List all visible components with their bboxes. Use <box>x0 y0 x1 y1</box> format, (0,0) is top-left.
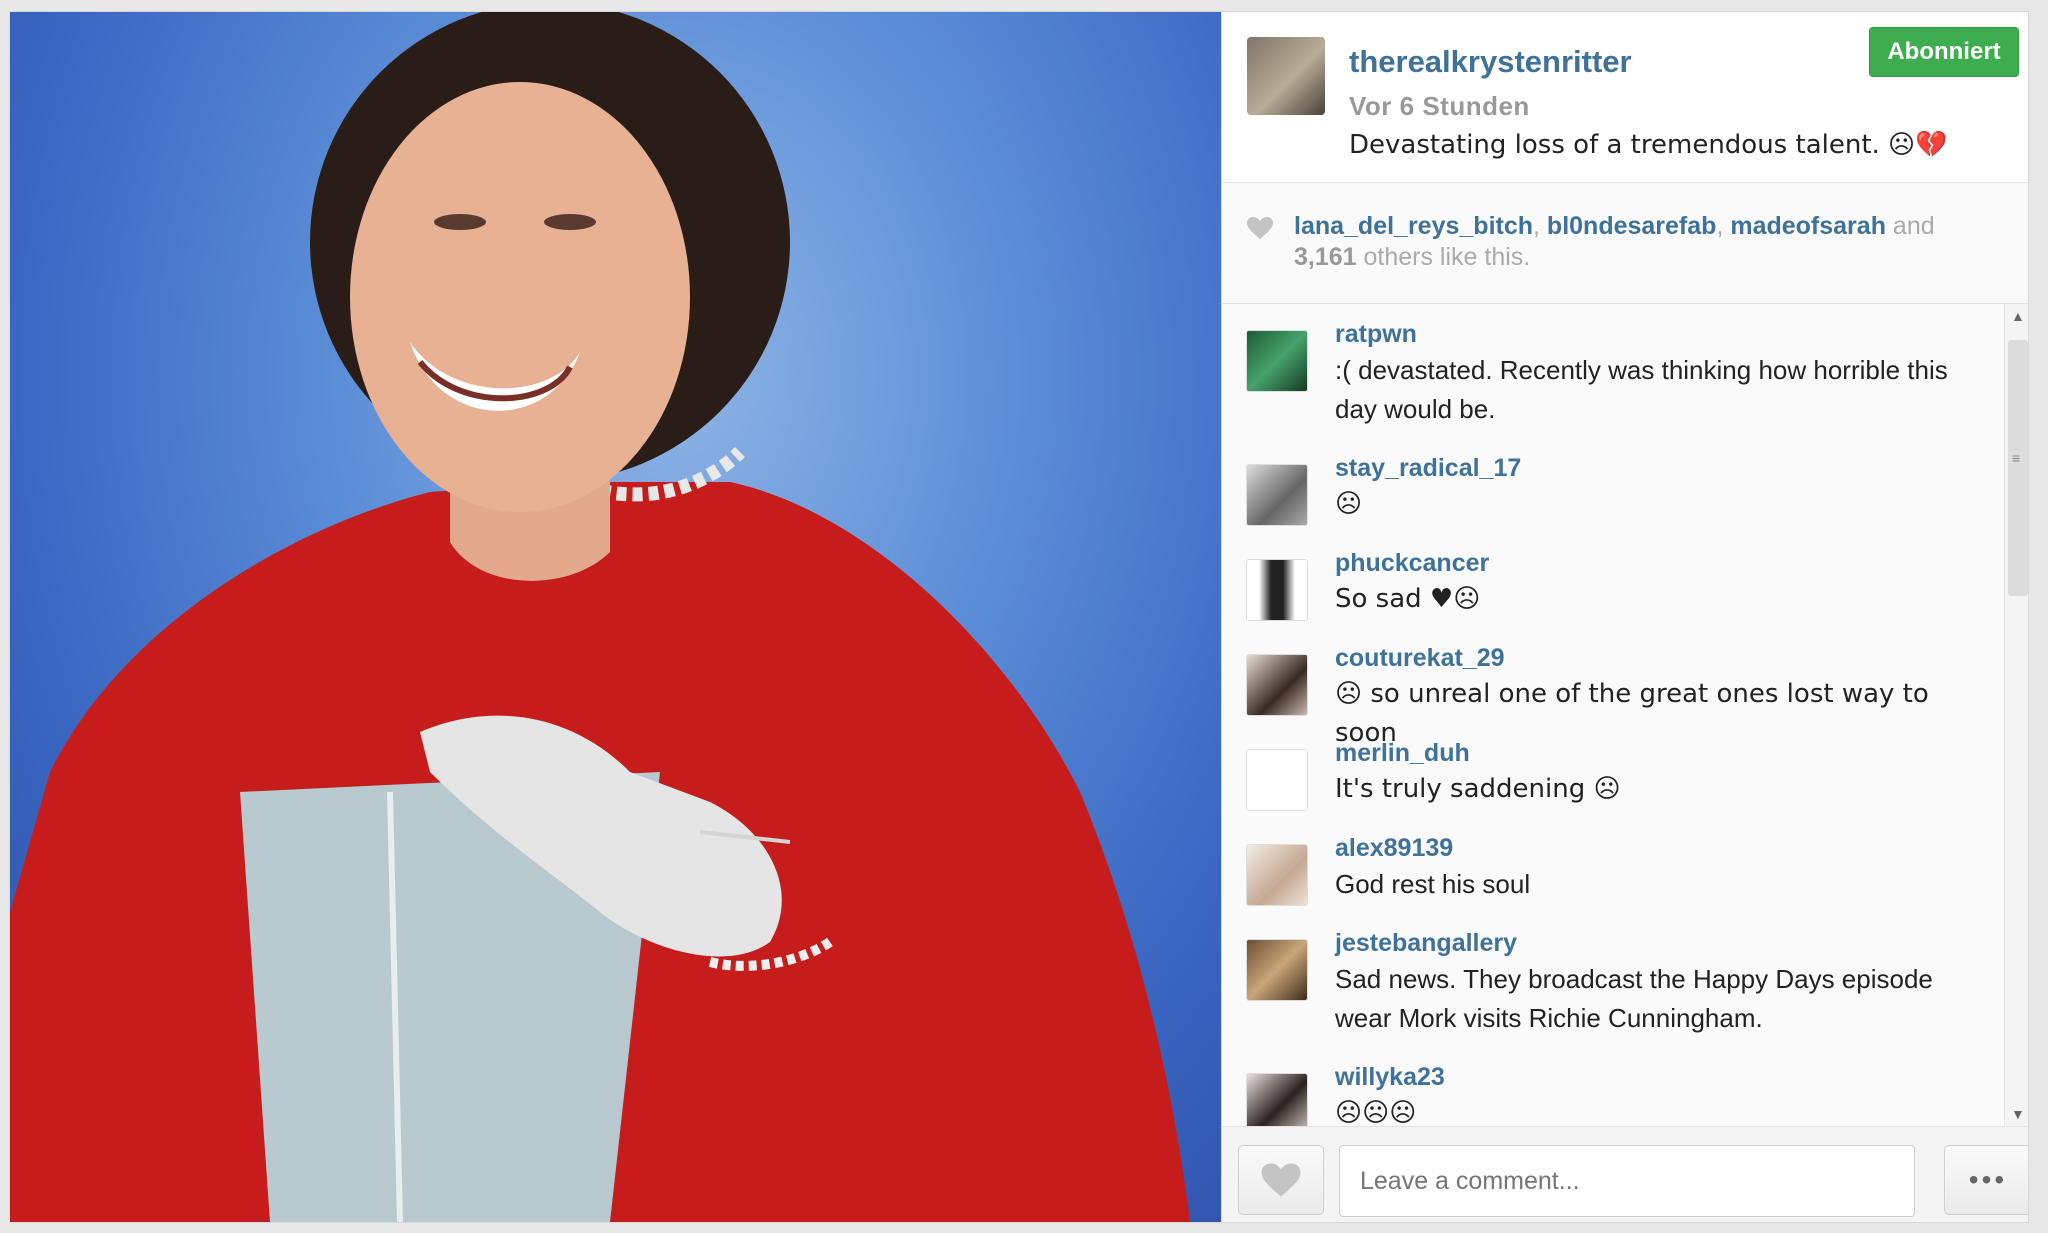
likes-suffix: others like this. <box>1356 243 1531 271</box>
likes-summary: lana_del_reys_bitch, bl0ndesarefab, made… <box>1294 211 2004 273</box>
comment-username[interactable]: merlin_duh <box>1335 739 1470 768</box>
like-button[interactable] <box>1238 1145 1324 1215</box>
comment-username[interactable]: jestebangallery <box>1335 929 1517 958</box>
scroll-up-icon[interactable]: ▲ <box>2011 308 2025 324</box>
comment-input[interactable] <box>1339 1145 1915 1217</box>
comment-scrollbar[interactable]: ▲ ≡ ▼ <box>2004 304 2028 1126</box>
commenter-avatar[interactable] <box>1246 654 1308 716</box>
post-caption: Devastating loss of a tremendous talent.… <box>1349 130 1948 160</box>
comment-username[interactable]: couturekat_29 <box>1335 644 1505 673</box>
follow-button[interactable]: Abonniert <box>1869 27 2019 77</box>
post-timestamp[interactable]: Vor 6 Stunden <box>1349 91 1530 122</box>
comment-text: ☹☹☹ <box>1335 1098 1417 1126</box>
comment-text: God rest his soul <box>1335 869 1531 899</box>
comment-text: Sad news. They broadcast the Happy Days … <box>1335 964 1933 1033</box>
likes-separator: , <box>1716 212 1731 240</box>
likes-bar: lana_del_reys_bitch, bl0ndesarefab, made… <box>1222 183 2028 304</box>
more-options-button[interactable]: ••• <box>1944 1145 2028 1215</box>
heart-icon <box>1247 217 1273 239</box>
comment-text: So sad ♥☹ <box>1335 584 1481 614</box>
comment-text: It's truly saddening ☹ <box>1335 774 1621 804</box>
commenter-avatar[interactable] <box>1246 330 1308 392</box>
post-photo[interactable] <box>10 12 1221 1222</box>
comment-footer: ••• <box>1222 1126 2028 1222</box>
comment-username[interactable]: alex89139 <box>1335 834 1453 863</box>
commenter-avatar[interactable] <box>1246 464 1308 526</box>
comment-text: :( devastated. Recently was thinking how… <box>1335 355 1948 424</box>
heart-icon <box>1261 1163 1301 1197</box>
commenter-avatar[interactable] <box>1246 939 1308 1001</box>
owner-username[interactable]: therealkrystenritter <box>1349 44 1632 80</box>
liker-link[interactable]: bl0ndesarefab <box>1547 212 1717 240</box>
grip-icon: ≡ <box>2012 450 2021 466</box>
liker-link[interactable]: madeofsarah <box>1730 212 1886 240</box>
comment-username[interactable]: phuckcancer <box>1335 549 1489 578</box>
photo-illustration <box>10 12 1190 1222</box>
post-sidebar: therealkrystenritter Vor 6 Stunden Devas… <box>1221 12 2028 1222</box>
comment-list: ratpwn :( devastated. Recently was think… <box>1222 304 2002 1126</box>
comment-text: ☹ <box>1335 489 1363 519</box>
comment-username[interactable]: willyka23 <box>1335 1063 1445 1092</box>
liker-link[interactable]: lana_del_reys_bitch <box>1294 212 1533 240</box>
commenter-avatar[interactable] <box>1246 844 1308 906</box>
owner-avatar[interactable] <box>1247 37 1325 115</box>
post-modal: therealkrystenritter Vor 6 Stunden Devas… <box>10 12 2028 1222</box>
commenter-avatar[interactable] <box>1246 559 1308 621</box>
comment-username[interactable]: ratpwn <box>1335 320 1417 349</box>
scroll-down-icon[interactable]: ▼ <box>2011 1106 2025 1122</box>
likes-separator: , <box>1533 212 1547 240</box>
post-header: therealkrystenritter Vor 6 Stunden Devas… <box>1222 12 2028 183</box>
likes-count[interactable]: 3,161 <box>1294 243 1357 271</box>
likes-and: and <box>1885 212 1935 240</box>
comment-username[interactable]: stay_radical_17 <box>1335 454 1521 483</box>
commenter-avatar[interactable] <box>1246 749 1308 811</box>
commenter-avatar[interactable] <box>1246 1073 1308 1126</box>
scrollbar-thumb[interactable]: ≡ <box>2008 340 2028 596</box>
